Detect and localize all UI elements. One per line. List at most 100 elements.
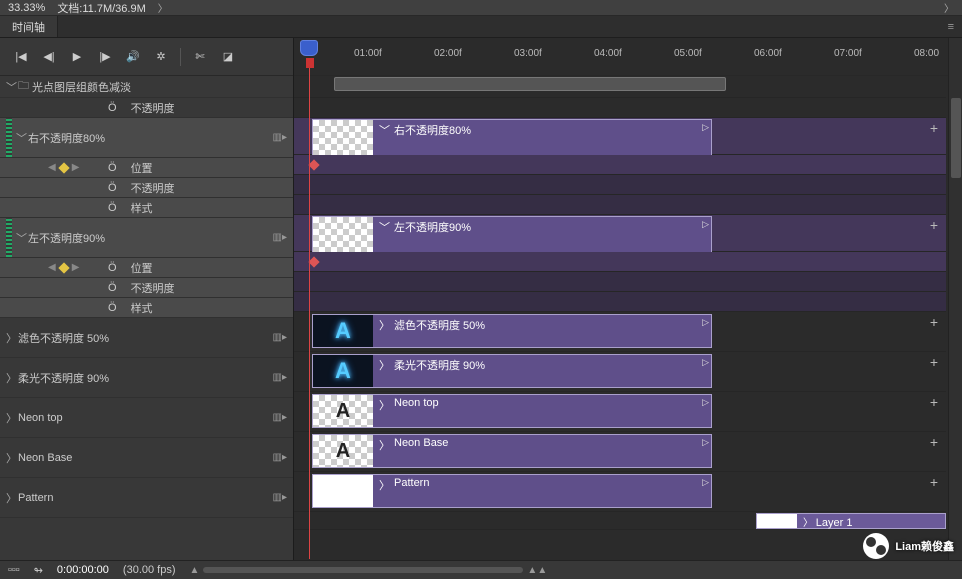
tab-timeline[interactable]: 时间轴 <box>0 16 58 37</box>
visibility-strip[interactable] <box>6 218 12 257</box>
keyframe-diamond-icon[interactable] <box>58 162 69 173</box>
keyframe-diamond-icon[interactable] <box>58 262 69 273</box>
prop-opacity[interactable]: Ö 不透明度 <box>0 98 293 118</box>
vertical-scrollbar[interactable] <box>948 38 962 560</box>
prop-style[interactable]: Ö 样式 <box>0 298 293 318</box>
panel-menu-icon[interactable]: ≡ <box>940 21 962 33</box>
clip-end-icon[interactable]: ▷ <box>702 437 709 448</box>
film-icon[interactable]: ▥▸ <box>273 492 287 503</box>
layer-group[interactable]: ﹀ 🗀 光点图层组颜色减淡 <box>0 76 293 98</box>
twirl-down-icon[interactable]: ﹀ <box>379 219 390 235</box>
layer-neonbase[interactable]: 〉 Neon Base ▥▸ <box>0 438 293 478</box>
track-row[interactable] <box>294 175 946 195</box>
layer-left90[interactable]: ﹀ 左不透明度90% ▥▸ <box>0 218 293 258</box>
track-row[interactable] <box>294 272 946 292</box>
clip-pattern[interactable]: 〉Pattern ▷ <box>312 474 712 508</box>
stopwatch-icon[interactable]: Ö <box>108 262 117 274</box>
prop-position[interactable]: ◀▶ Ö 位置 <box>0 258 293 278</box>
track-row[interactable] <box>294 195 946 215</box>
stopwatch-icon[interactable]: Ö <box>108 102 117 114</box>
clip-end-icon[interactable]: ▷ <box>702 317 709 328</box>
stopwatch-icon[interactable]: Ö <box>108 202 117 214</box>
prop-opacity[interactable]: Ö 不透明度 <box>0 178 293 198</box>
chevron-right-icon[interactable]: 〉 <box>944 0 954 15</box>
add-track-button[interactable]: + <box>926 434 942 450</box>
work-area-bar[interactable] <box>334 77 726 91</box>
go-start-button[interactable]: |◀ <box>12 48 30 66</box>
twirl-down-icon[interactable]: ﹀ <box>16 230 28 246</box>
layer-filter50[interactable]: 〉 滤色不透明度 50% ▥▸ <box>0 318 293 358</box>
clip-end-icon[interactable]: ▷ <box>702 357 709 368</box>
current-time[interactable]: 0:00:00:00 <box>57 564 109 576</box>
keyframe-marker[interactable] <box>308 256 319 267</box>
clip-layer1[interactable]: 〉 Layer 1 <box>756 513 946 529</box>
split-button[interactable]: ✄ <box>191 48 209 66</box>
zoom-out-icon[interactable]: ▲ <box>190 565 200 576</box>
twirl-down-icon[interactable]: ﹀ <box>379 122 390 138</box>
film-icon[interactable]: ▥▸ <box>273 372 287 383</box>
twirl-right-icon[interactable]: 〉 <box>379 357 390 373</box>
track-pattern[interactable]: 〉Pattern ▷ + <box>294 472 946 512</box>
layer-soft90[interactable]: 〉 柔光不透明度 90% ▥▸ <box>0 358 293 398</box>
track-filter50[interactable]: 〉滤色不透明度 50% ▷ + <box>294 312 946 352</box>
play-button[interactable]: ▶ <box>68 48 86 66</box>
twirl-right-icon[interactable]: 〉 <box>379 437 390 453</box>
stopwatch-icon[interactable]: Ö <box>108 282 117 294</box>
layer-pattern[interactable]: 〉 Pattern ▥▸ <box>0 478 293 518</box>
frame-mode-icon[interactable]: ▫▫▫ <box>8 564 20 576</box>
track-row[interactable] <box>294 98 946 118</box>
track-left90[interactable]: ﹀左不透明度90% ▷ + <box>294 215 946 252</box>
stopwatch-icon[interactable]: Ö <box>108 182 117 194</box>
prop-style[interactable]: Ö 样式 <box>0 198 293 218</box>
film-icon[interactable]: ▥▸ <box>273 332 287 343</box>
clip-soft90[interactable]: 〉柔光不透明度 90% ▷ <box>312 354 712 388</box>
scroll-thumb[interactable] <box>951 98 961 178</box>
twirl-right-icon[interactable]: 〉 <box>6 330 18 346</box>
track-row[interactable] <box>294 155 946 175</box>
prev-frame-button[interactable]: ◀| <box>40 48 58 66</box>
twirl-right-icon[interactable]: 〉 <box>379 397 390 413</box>
time-ruler[interactable]: 01:00f02:00f03:00f04:00f05:00f06:00f07:0… <box>294 38 962 76</box>
film-icon[interactable]: ▥▸ <box>273 232 287 243</box>
prop-position[interactable]: ◀▶ Ö 位置 <box>0 158 293 178</box>
audio-toggle-button[interactable]: 🔊 <box>124 48 142 66</box>
twirl-right-icon[interactable]: 〉 <box>379 317 390 333</box>
prop-opacity[interactable]: Ö 不透明度 <box>0 278 293 298</box>
twirl-right-icon[interactable]: 〉 <box>6 490 18 506</box>
twirl-down-icon[interactable]: ﹀ <box>16 130 28 146</box>
film-icon[interactable]: ▥▸ <box>273 452 287 463</box>
clip-left90[interactable]: ﹀左不透明度90% ▷ <box>312 216 712 253</box>
zoom-in-icon[interactable]: ▲▲ <box>527 565 547 576</box>
track-right80[interactable]: ﹀右不透明度80% ▷ + <box>294 118 946 155</box>
add-track-button[interactable]: + <box>926 120 942 136</box>
layer-right80[interactable]: ﹀ 右不透明度80% ▥▸ <box>0 118 293 158</box>
track-soft90[interactable]: 〉柔光不透明度 90% ▷ + <box>294 352 946 392</box>
add-track-button[interactable]: + <box>926 354 942 370</box>
track-row[interactable] <box>294 252 946 272</box>
track-group[interactable] <box>294 76 946 98</box>
track-neontop[interactable]: 〉Neon top ▷ + <box>294 392 946 432</box>
clip-neonbase[interactable]: 〉Neon Base ▷ <box>312 434 712 468</box>
film-icon[interactable]: ▥▸ <box>273 132 287 143</box>
clip-filter50[interactable]: 〉滤色不透明度 50% ▷ <box>312 314 712 348</box>
settings-button[interactable]: ✲ <box>152 48 170 66</box>
clip-end-icon[interactable]: ▷ <box>702 477 709 488</box>
twirl-right-icon[interactable]: 〉 <box>379 477 390 493</box>
chevron-right-icon[interactable]: 〉 <box>158 0 168 15</box>
track-neonbase[interactable]: 〉Neon Base ▷ + <box>294 432 946 472</box>
twirl-right-icon[interactable]: 〉 <box>6 370 18 386</box>
layer-neontop[interactable]: 〉 Neon top ▥▸ <box>0 398 293 438</box>
clip-end-icon[interactable]: ▷ <box>702 397 709 408</box>
playhead-icon[interactable] <box>300 40 318 56</box>
twirl-right-icon[interactable]: 〉 <box>6 410 18 426</box>
stopwatch-icon[interactable]: Ö <box>108 302 117 314</box>
twirl-down-icon[interactable]: ﹀ <box>6 79 18 95</box>
clip-end-icon[interactable]: ▷ <box>702 219 709 230</box>
add-track-button[interactable]: + <box>926 394 942 410</box>
clip-right80[interactable]: ﹀右不透明度80% ▷ <box>312 119 712 156</box>
playhead-marker[interactable] <box>306 58 314 68</box>
add-track-button[interactable]: + <box>926 474 942 490</box>
clip-neontop[interactable]: 〉Neon top ▷ <box>312 394 712 428</box>
clip-end-icon[interactable]: ▷ <box>702 122 709 133</box>
twirl-right-icon[interactable]: 〉 <box>6 450 18 466</box>
